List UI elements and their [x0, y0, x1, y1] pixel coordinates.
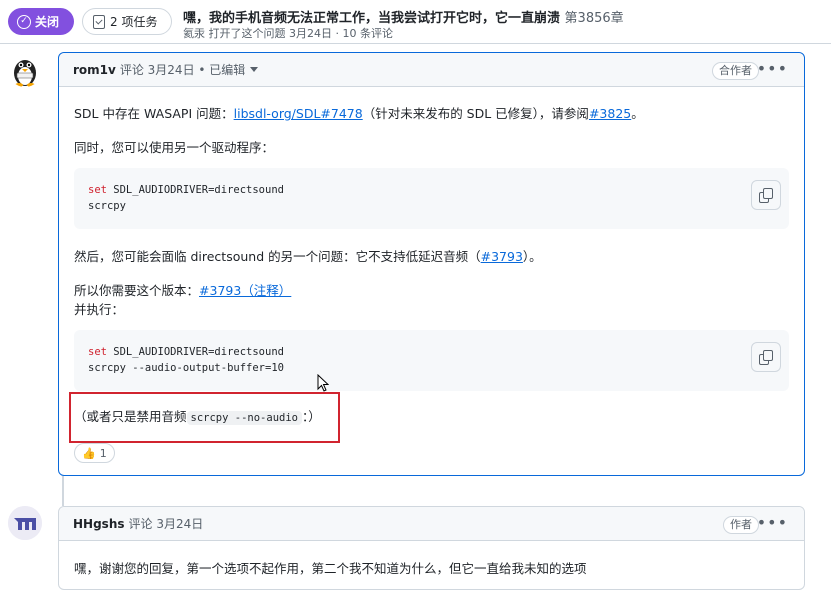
- collaborator-badge: 合作者: [712, 62, 759, 80]
- status-label: 关闭: [35, 15, 60, 29]
- code-line: scrcpy: [88, 200, 126, 212]
- paragraph-5: 并执行：: [74, 302, 125, 317]
- comment-body: 嘿，谢谢您的回复，第一个选项不起作用，第二个我不知道为什么，但它一直给我未知的选…: [74, 561, 587, 576]
- code-keyword: set: [88, 346, 107, 358]
- paragraph-3: 然后，您可能会面临 directsound 的另一个问题：它不支持低延迟音频（#…: [74, 246, 542, 265]
- link-sdl-issue[interactable]: libsdl-org/SDL#7478: [234, 106, 363, 121]
- comment-header: rom1v 评论 3月24日 • 已编辑 合作者 •••: [59, 53, 804, 87]
- timeline-line: [62, 476, 64, 506]
- thumbs-up-icon: 👍: [82, 446, 96, 460]
- p1-text: SDL 中存在 WASAPI 问题：: [74, 106, 234, 121]
- task-list-icon: [93, 14, 105, 29]
- tasks-label: 2 项任务: [110, 15, 158, 29]
- p3-text: 然后，您可能会面临 directsound 的另一个问题：它不支持低延迟音频（: [74, 249, 481, 264]
- more-options-icon[interactable]: •••: [757, 59, 788, 78]
- issue-subtitle: 氦汞 打开了这个问题 3月24日 · 10 条评论: [183, 27, 393, 40]
- code-line: set SDL_AUDIODRIVER=directsound: [88, 182, 775, 198]
- paragraph-6: （或者只是禁用音频 scrcpy --no-audio：）: [74, 406, 321, 425]
- copy-icon-front: [763, 188, 773, 199]
- p3-end: ）。: [522, 249, 542, 264]
- issue-header: ✓ 关闭 2 项任务 嘿，我的手机音频无法正常工作，当我尝试打开它时，它一直崩溃…: [0, 0, 831, 44]
- link-3793-comment[interactable]: #3793（注释）: [199, 283, 291, 298]
- author-badge: 作者: [723, 516, 759, 534]
- paragraph-2: 同时，您可以使用另一个驱动程序：: [74, 140, 275, 155]
- tasks-button[interactable]: 2 项任务: [82, 8, 172, 35]
- chevron-down-icon[interactable]: [250, 67, 259, 72]
- link-3793[interactable]: #3793: [481, 249, 523, 264]
- p6-post: ：）: [301, 409, 321, 424]
- p1-mid: （针对未来发布的 SDL 已修复），请参阅: [362, 106, 589, 121]
- copy-button[interactable]: [751, 342, 781, 372]
- comment-meta[interactable]: 评论 3月24日: [129, 515, 204, 532]
- code-text: SDL_AUDIODRIVER=directsound: [106, 184, 284, 196]
- avatar-hhgshs[interactable]: [8, 506, 42, 540]
- code-line: scrcpy --audio-output-buffer=10: [88, 362, 284, 374]
- paragraph-4: 所以你需要这个版本：#3793（注释）: [74, 280, 291, 299]
- code-block-2: set SDL_AUDIODRIVER=directsound scrcpy -…: [74, 330, 789, 391]
- paragraph-1: SDL 中存在 WASAPI 问题：libsdl-org/SDL#7478（针对…: [74, 103, 644, 122]
- code-line: set SDL_AUDIODRIVER=directsound: [88, 344, 775, 360]
- comment-header: HHgshs 评论 3月24日 作者 •••: [59, 507, 804, 541]
- inline-code: scrcpy --no-audio: [186, 411, 302, 425]
- more-options-icon[interactable]: •••: [757, 513, 788, 532]
- code-block-1: set SDL_AUDIODRIVER=directsound scrcpy: [74, 168, 789, 229]
- copy-icon-front: [763, 350, 773, 361]
- avatar-rom1v[interactable]: [8, 53, 42, 87]
- p4-text: 所以你需要这个版本：: [74, 283, 200, 298]
- mouse-cursor-icon: [317, 374, 329, 392]
- comment-rom1v: rom1v 评论 3月24日 • 已编辑 合作者 ••• SDL 中存在 WAS…: [58, 52, 805, 476]
- code-text: SDL_AUDIODRIVER=directsound: [106, 346, 284, 358]
- closed-status-badge[interactable]: ✓ 关闭: [8, 8, 74, 35]
- comment-author[interactable]: HHgshs: [73, 517, 125, 531]
- code-keyword: set: [88, 184, 107, 196]
- comment-author[interactable]: rom1v: [73, 63, 116, 77]
- comment-hhgshs: HHgshs 评论 3月24日 作者 ••• 嘿，谢谢您的回复，第一个选项不起作…: [58, 506, 805, 590]
- copy-button[interactable]: [751, 180, 781, 210]
- issue-title-text: 嘿，我的手机音频无法正常工作，当我尝试打开它时，它一直崩溃: [183, 11, 561, 26]
- comment-meta[interactable]: 评论 3月24日 • 已编辑: [120, 61, 245, 78]
- thumbs-up-reaction[interactable]: 👍 1: [74, 443, 115, 463]
- p6-pre: （或者只是禁用音频: [74, 409, 187, 424]
- issue-number: 第3856章: [564, 11, 624, 26]
- check-circle-icon: ✓: [17, 14, 31, 29]
- link-3825[interactable]: #3825: [589, 106, 631, 121]
- p1-end: 。: [631, 106, 644, 121]
- issue-title: 嘿，我的手机音频无法正常工作，当我尝试打开它时，它一直崩溃 第3856章: [183, 7, 624, 26]
- reaction-count: 1: [99, 446, 107, 460]
